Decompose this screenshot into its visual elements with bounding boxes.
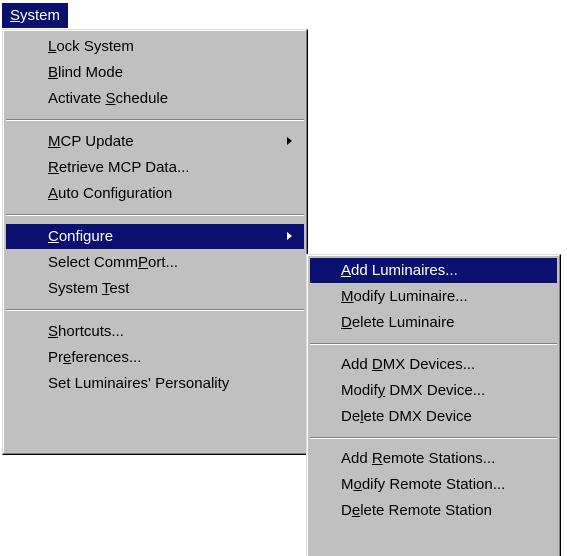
configure-submenu: Add Luminaires... Modify Luminaire... Dele… bbox=[306, 254, 561, 556]
menu-item-label-post: chedule bbox=[115, 90, 169, 107]
configure-submenu-item-delete-dmx-device[interactable]: Delete DMX Device bbox=[310, 404, 557, 429]
menu-system-mnemonic: S bbox=[10, 7, 21, 24]
menu-item-label-post: uto Configuration bbox=[58, 185, 173, 202]
menu-item-label-pre: Select Comm bbox=[48, 254, 139, 271]
menu-item-label-post: hortcuts... bbox=[58, 323, 124, 340]
menu-item-mnemonic: S bbox=[48, 323, 59, 340]
menu-item-label-pre: Set Luminaires' Personality bbox=[48, 375, 230, 392]
configure-submenu-item-add-luminaires[interactable]: Add Luminaires... bbox=[310, 258, 557, 283]
menu-item-label-pre: De bbox=[341, 408, 361, 425]
menu-item-label-post: dify Remote Station... bbox=[361, 476, 506, 493]
system-menu-item-mcp-update[interactable]: MCP Update bbox=[6, 129, 304, 154]
menu-item-label-post: emote Stations... bbox=[382, 450, 496, 467]
menu-item-label-pre: Activate bbox=[48, 90, 106, 107]
menu-item-label-post: CP Update bbox=[60, 133, 134, 150]
menu-item-label-pre: D bbox=[341, 502, 352, 519]
menu-system[interactable]: System bbox=[2, 3, 69, 28]
menu-item-mnemonic: B bbox=[48, 64, 59, 81]
menu-item-label-post: dd Luminaires... bbox=[351, 262, 458, 279]
system-menu-item-select-commport[interactable]: Select CommPort... bbox=[6, 250, 304, 275]
menu-item-label-post: ock System bbox=[56, 38, 134, 55]
menu-item-label-post: ort... bbox=[148, 254, 179, 271]
menu-item-label-post: lete Remote Station bbox=[360, 502, 492, 519]
menu-system-label-rest: ystem bbox=[20, 7, 61, 24]
menu-item-label-pre: Add bbox=[341, 450, 372, 467]
menu-item-mnemonic: D bbox=[371, 356, 383, 373]
submenu-arrow-icon bbox=[287, 137, 292, 145]
menu-item-label-post: odify Luminaire... bbox=[353, 288, 468, 305]
menu-item-label-post: etrieve MCP Data... bbox=[58, 159, 190, 176]
menu-separator bbox=[310, 437, 557, 439]
menu-separator bbox=[6, 309, 304, 311]
menu-item-mnemonic: S bbox=[105, 90, 116, 107]
system-menu-item-configure[interactable]: Configure bbox=[6, 224, 304, 249]
system-menu-item-retrieve-mcp-data[interactable]: Retrieve MCP Data... bbox=[6, 155, 304, 180]
system-menu-item-auto-configuration[interactable]: Auto Configuration bbox=[6, 181, 304, 206]
menu-item-label-post: MX Devices... bbox=[382, 356, 476, 373]
menu-item-mnemonic: R bbox=[48, 159, 59, 176]
configure-submenu-item-delete-luminaire[interactable]: Delete Luminaire bbox=[310, 310, 557, 335]
menu-item-label-pre: Modif bbox=[341, 382, 378, 399]
submenu-arrow-icon bbox=[287, 232, 292, 240]
system-menu-item-system-test[interactable]: System Test bbox=[6, 276, 304, 301]
configure-submenu-item-delete-remote-station[interactable]: Delete Remote Station bbox=[310, 498, 557, 523]
menu-separator bbox=[6, 214, 304, 216]
menu-item-label-post: elete Luminaire bbox=[351, 314, 455, 331]
menu-item-label-pre: System bbox=[48, 280, 102, 297]
menu-item-label-pre: Pr bbox=[48, 349, 63, 366]
configure-submenu-item-add-remote-stations[interactable]: Add Remote Stations... bbox=[310, 446, 557, 471]
menu-item-mnemonic: C bbox=[48, 228, 59, 245]
menu-item-label-pre: Add bbox=[341, 356, 372, 373]
menu-separator bbox=[6, 119, 304, 121]
system-menu-item-blind-mode[interactable]: Blind Mode bbox=[6, 60, 304, 85]
menu-item-label-post: onfigure bbox=[58, 228, 114, 245]
configure-submenu-item-modify-remote-station[interactable]: Modify Remote Station... bbox=[310, 472, 557, 497]
configure-submenu-item-modify-luminaire[interactable]: Modify Luminaire... bbox=[310, 284, 557, 309]
menu-item-label-post: est bbox=[109, 280, 130, 297]
menu-item-label-post: ferences... bbox=[71, 349, 142, 366]
menu-item-mnemonic: M bbox=[341, 288, 354, 305]
menu-item-label-post: lind Mode bbox=[58, 64, 124, 81]
menu-item-label-pre: M bbox=[341, 476, 354, 493]
menu-item-label-post: DMX Device... bbox=[385, 382, 486, 399]
menu-item-label-post: ete DMX Device bbox=[363, 408, 472, 425]
system-menu-item-set-luminaires-personality[interactable]: Set Luminaires' Personality bbox=[6, 371, 304, 396]
system-menu-item-preferences[interactable]: Preferences... bbox=[6, 345, 304, 370]
menu-item-mnemonic: A bbox=[48, 185, 59, 202]
menu-item-mnemonic: e bbox=[351, 502, 361, 519]
menu-item-mnemonic: P bbox=[138, 254, 149, 271]
configure-submenu-item-modify-dmx-device[interactable]: Modify DMX Device... bbox=[310, 378, 557, 403]
menu-item-mnemonic: M bbox=[48, 133, 61, 150]
menu-item-mnemonic: R bbox=[371, 450, 383, 467]
configure-submenu-item-add-dmx-devices[interactable]: Add DMX Devices... bbox=[310, 352, 557, 377]
system-menu-item-activate-schedule[interactable]: Activate Schedule bbox=[6, 86, 304, 111]
menu-separator bbox=[310, 343, 557, 345]
menu-item-mnemonic: A bbox=[341, 262, 352, 279]
menu-item-mnemonic: D bbox=[341, 314, 352, 331]
menu-item-mnemonic: o bbox=[353, 476, 362, 493]
system-menu: Lock System Blind Mode Activate Schedule MC… bbox=[2, 29, 308, 455]
system-menu-item-shortcuts[interactable]: Shortcuts... bbox=[6, 319, 304, 344]
system-menu-item-lock-system[interactable]: Lock System bbox=[6, 34, 304, 59]
